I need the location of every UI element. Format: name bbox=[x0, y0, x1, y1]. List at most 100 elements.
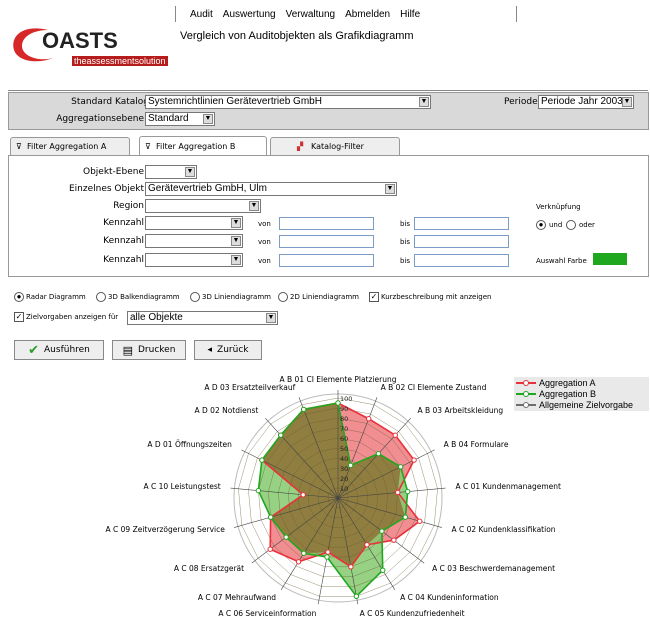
kennzahl-label: Kennzahl bbox=[103, 236, 144, 246]
divider bbox=[8, 90, 648, 91]
series-a-point bbox=[325, 549, 331, 555]
line2d-radio[interactable] bbox=[278, 292, 288, 302]
filter-icon: ⊽ bbox=[145, 141, 151, 151]
line2d-label: 2D Liniendiagramm bbox=[290, 293, 359, 301]
series-b-point bbox=[300, 406, 307, 413]
series-a-point bbox=[417, 518, 423, 524]
menu-item-audit[interactable]: Audit bbox=[190, 9, 213, 20]
series-a-point bbox=[267, 546, 273, 552]
kennzahl-label: Kennzahl bbox=[103, 255, 144, 265]
period-label: Periode bbox=[504, 97, 538, 107]
level-select[interactable]: Standard ▼ bbox=[145, 112, 215, 126]
series-b-point bbox=[375, 450, 382, 457]
radar-category-label: A B 04 Formulare bbox=[443, 440, 509, 450]
chevron-down-icon: ▼ bbox=[203, 114, 213, 124]
kennzahl-von-input-2[interactable] bbox=[279, 235, 374, 248]
kennzahl-bis-input-1[interactable] bbox=[414, 217, 509, 230]
radar-category-label: A C 07 Mehraufwand bbox=[197, 593, 276, 603]
period-select[interactable]: Periode Jahr 2003 ▼ bbox=[538, 95, 634, 109]
und-radio[interactable]: ● bbox=[536, 220, 546, 230]
logo-text: OASTS bbox=[42, 28, 118, 53]
oder-radio[interactable] bbox=[566, 220, 576, 230]
chevron-down-icon: ▼ bbox=[231, 236, 241, 246]
region-select[interactable]: ▼ bbox=[145, 199, 261, 213]
print-button[interactable]: ▤ Drucken bbox=[112, 340, 186, 360]
series-a-point bbox=[364, 542, 370, 548]
radar-category-label: A C 08 Ersatzgerät bbox=[173, 564, 245, 574]
targets-label: Zielvorgaben anzeigen für bbox=[26, 313, 119, 321]
object-level-select[interactable]: ▼ bbox=[145, 165, 197, 179]
level-label: Aggregationsebene bbox=[56, 114, 144, 124]
menu-item-verwaltung[interactable]: Verwaltung bbox=[286, 9, 335, 20]
menu-item-abmelden[interactable]: Abmelden bbox=[345, 9, 390, 20]
menu-item-auswertung[interactable]: Auswertung bbox=[223, 9, 276, 20]
targets-checkbox[interactable]: ✓ bbox=[14, 312, 24, 322]
chevron-down-icon: ▼ bbox=[419, 97, 429, 107]
oder-label: oder bbox=[579, 221, 595, 229]
kennzahl-von-input-3[interactable] bbox=[279, 254, 374, 267]
radar-category-label: A C 09 Zeitverzögerung Service bbox=[105, 525, 225, 535]
kennzahl-select-3[interactable]: ▼ bbox=[145, 253, 243, 267]
tab-katalog-filter[interactable]: ▞ Katalog-Filter bbox=[270, 137, 400, 155]
radar-category-label: A C 02 Kundenklassifikation bbox=[451, 525, 556, 535]
print-label: Drucken bbox=[137, 345, 176, 355]
chevron-down-icon: ▼ bbox=[231, 255, 241, 265]
coasts-logo: OASTS theassessmentsolution bbox=[8, 20, 178, 70]
radar-category-label: A D 02 Notdienst bbox=[194, 405, 259, 415]
radar-tick-label: 100 bbox=[340, 395, 352, 403]
line3d-radio[interactable] bbox=[190, 292, 200, 302]
checkmark-icon: ✔ bbox=[28, 342, 40, 358]
short-desc-checkbox[interactable]: ✓ bbox=[369, 292, 379, 302]
back-button[interactable]: ◂ Zurück bbox=[194, 340, 262, 360]
series-a-point bbox=[395, 489, 401, 496]
targets-select[interactable]: alle Objekte ▼ bbox=[127, 311, 278, 325]
tab-label: Filter Aggregation B bbox=[156, 141, 236, 151]
series-b-point bbox=[380, 567, 386, 573]
single-object-select[interactable]: Gerätevertrieb GmbH, Ulm ▼ bbox=[145, 182, 397, 196]
bar3d-radio[interactable] bbox=[96, 292, 106, 302]
chevron-down-icon: ▼ bbox=[266, 313, 276, 323]
tab-filter-aggregation-b[interactable]: ⊽ Filter Aggregation B bbox=[139, 136, 267, 155]
single-object-value: Gerätevertrieb GmbH, Ulm bbox=[148, 183, 267, 194]
radar-label: Radar Diagramm bbox=[26, 293, 86, 301]
chevron-down-icon: ▼ bbox=[185, 167, 195, 177]
menu-item-hilfe[interactable]: Hilfe bbox=[400, 9, 420, 20]
tab-label: Filter Aggregation A bbox=[27, 142, 107, 151]
radar-category-label: A D 03 Ersatzteilverkauf bbox=[204, 382, 296, 392]
line3d-label: 3D Liniendiagramm bbox=[202, 293, 271, 301]
filter-panel: Objekt-Ebene ▼ Einzelnes Objekt Geräteve… bbox=[8, 155, 649, 277]
radar-category-label: A C 05 Kundenzufriedenheit bbox=[359, 608, 465, 618]
bis-label: bis bbox=[400, 257, 411, 265]
filter-icon: ⊽ bbox=[16, 142, 22, 151]
kennzahl-von-input-1[interactable] bbox=[279, 217, 374, 230]
chevron-down-icon: ▼ bbox=[249, 201, 259, 211]
radar-tick-label: 60 bbox=[340, 435, 348, 443]
radar-category-label: A B 02 CI Elemente Zustand bbox=[380, 382, 487, 392]
chevron-down-icon: ▼ bbox=[622, 97, 632, 107]
series-a-point bbox=[391, 537, 397, 543]
radar-category-label: A C 01 Kundenmanagement bbox=[455, 482, 561, 492]
run-label: Ausführen bbox=[44, 345, 90, 355]
kennzahl-select-1[interactable]: ▼ bbox=[145, 216, 243, 230]
tab-filter-aggregation-a[interactable]: ⊽ Filter Aggregation A bbox=[10, 137, 130, 155]
tab-label: Katalog-Filter bbox=[311, 142, 364, 151]
radar-tick-label: 50 bbox=[340, 445, 348, 453]
series-b-point bbox=[347, 462, 354, 469]
radar-tick-label: 70 bbox=[340, 425, 348, 433]
bar3d-label: 3D Balkendiagramm bbox=[108, 293, 180, 301]
radar-tick-label: 30 bbox=[340, 465, 348, 473]
series-b-point bbox=[259, 457, 265, 463]
kennzahl-bis-input-2[interactable] bbox=[414, 235, 509, 248]
color-swatch[interactable] bbox=[593, 253, 627, 265]
kennzahl-bis-input-3[interactable] bbox=[414, 254, 509, 267]
series-b-point bbox=[405, 488, 411, 495]
period-value: Periode Jahr 2003 bbox=[541, 96, 623, 107]
radar-tick-label: 80 bbox=[340, 415, 348, 423]
radar-radio[interactable]: ● bbox=[14, 292, 24, 302]
radar-tick-label: 90 bbox=[340, 405, 348, 413]
catalog-select[interactable]: Systemrichtlinien Gerätevertrieb GmbH ▼ bbox=[145, 95, 431, 109]
kennzahl-select-2[interactable]: ▼ bbox=[145, 234, 243, 248]
run-button[interactable]: ✔ Ausführen bbox=[14, 340, 104, 360]
series-b-point bbox=[255, 487, 262, 494]
page-title: Vergleich von Auditobjekten als Grafikdi… bbox=[180, 30, 414, 42]
